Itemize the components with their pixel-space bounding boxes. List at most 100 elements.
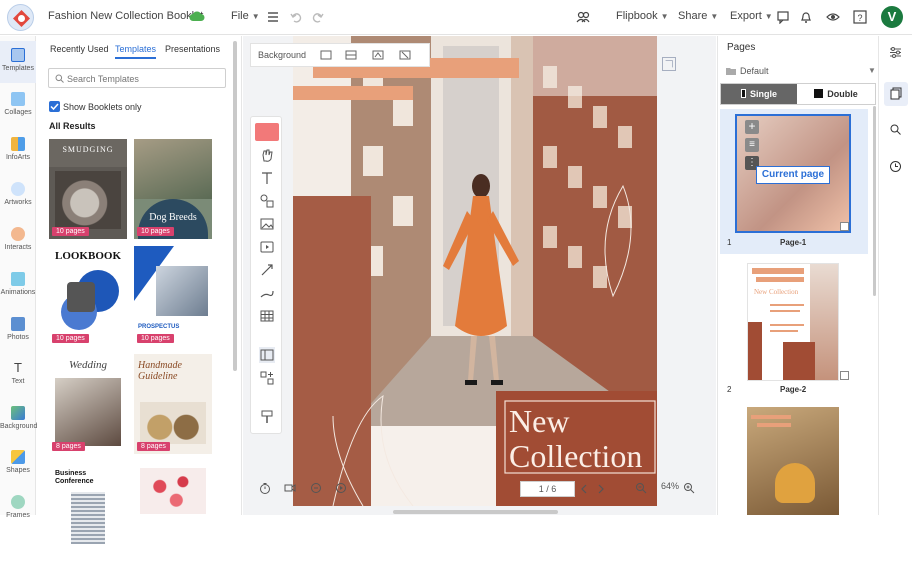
nav-templates[interactable]: Templates <box>0 41 36 83</box>
show-booklets-label[interactable]: Show Booklets only <box>63 102 142 112</box>
chevron-down-icon[interactable]: ▼ <box>868 66 876 75</box>
zoom-in-icon[interactable] <box>683 482 695 494</box>
template-card-dessert[interactable] <box>134 462 212 562</box>
thumb2-text-line <box>770 324 804 326</box>
double-view-button[interactable]: Double <box>798 84 874 104</box>
checkmark-icon <box>50 103 59 111</box>
nav-collages[interactable]: Collages <box>0 85 36 127</box>
document-title[interactable]: Fashion New Collection Booklet <box>48 10 203 22</box>
nav-animations[interactable]: Animations <box>0 265 36 307</box>
pages-scrollbar[interactable] <box>873 106 876 296</box>
page-indicator[interactable]: 1 / 6 <box>520 481 575 497</box>
share-menu[interactable]: Share ▼ <box>678 10 718 22</box>
search-input[interactable] <box>67 72 217 85</box>
nav-artworks[interactable]: Artworks <box>0 175 36 217</box>
next-page-icon[interactable] <box>596 483 606 495</box>
layout-panel-icon[interactable] <box>259 347 275 363</box>
text-tool-icon[interactable] <box>259 170 275 186</box>
page-2-checkbox[interactable] <box>840 371 849 380</box>
comment-icon[interactable] <box>776 10 790 24</box>
background-label[interactable]: Background <box>258 50 306 60</box>
line-arrow-icon[interactable] <box>259 262 275 278</box>
nav-interacts[interactable]: Interacts <box>0 220 36 262</box>
user-avatar[interactable]: V <box>881 6 903 28</box>
add-page-icon[interactable]: + <box>745 120 759 134</box>
format-painter-icon[interactable] <box>259 409 275 425</box>
menu-icon[interactable] <box>266 10 280 24</box>
pages-panel: Pages Default ▼ Single Double + ≡ ⋮ Curr… <box>717 36 877 515</box>
pen-draw-icon[interactable] <box>259 285 275 301</box>
cover-headline-line1[interactable]: New <box>509 404 569 438</box>
app-logo[interactable] <box>7 4 34 31</box>
nav-infoarts[interactable]: InfoArts <box>0 130 36 172</box>
page-2-thumbnail[interactable]: New Collection <box>747 263 839 381</box>
page-corner-icon[interactable] <box>662 57 676 71</box>
tab-recently-used[interactable]: Recently Used <box>50 44 109 54</box>
pages-toggle-button[interactable] <box>884 82 908 106</box>
prev-page-icon[interactable] <box>579 483 589 495</box>
tab-presentations[interactable]: Presentations <box>165 44 220 54</box>
cover-headline-line2[interactable]: Collection <box>509 439 642 473</box>
zoom-out-icon[interactable] <box>635 482 647 494</box>
booklet-page[interactable]: New Collection <box>293 36 657 506</box>
video-tool-icon[interactable] <box>259 239 275 255</box>
page-2-name[interactable]: Page-2 <box>780 385 806 394</box>
record-video-icon[interactable] <box>284 482 296 494</box>
nav-frames[interactable]: Frames <box>0 488 36 530</box>
timer-icon[interactable] <box>259 482 271 494</box>
page-1-thumbnail[interactable]: + ≡ ⋮ Current page <box>735 114 851 233</box>
search-icon[interactable] <box>889 123 902 136</box>
color-swatch[interactable] <box>255 123 279 141</box>
single-view-button[interactable]: Single <box>721 84 797 104</box>
flipbook-menu[interactable]: Flipbook ▼ <box>616 10 669 22</box>
play-preview-icon[interactable] <box>335 482 347 494</box>
template-card-handmade[interactable]: Handmade Guideline 8 pages <box>134 354 212 454</box>
redo-icon[interactable] <box>311 10 325 24</box>
page-1-name[interactable]: Page-1 <box>780 238 806 247</box>
bg-reset-icon[interactable] <box>399 49 411 61</box>
shape-tool-icon[interactable] <box>259 193 275 209</box>
bg-image-icon[interactable] <box>320 49 332 61</box>
canvas-horizontal-scrollbar[interactable] <box>393 510 558 514</box>
copy-page-icon[interactable]: ≡ <box>745 138 759 152</box>
file-menu[interactable]: File ▼ <box>231 10 260 22</box>
undo-icon[interactable] <box>289 10 303 24</box>
notification-bell-icon[interactable] <box>799 10 813 24</box>
show-booklets-checkbox[interactable] <box>49 101 60 112</box>
template-card-smudging[interactable]: SMUDGING 10 pages <box>49 139 127 239</box>
template-search[interactable] <box>48 68 226 88</box>
nav-text[interactable]: T Text <box>0 354 36 396</box>
page-checkbox[interactable] <box>840 222 849 231</box>
template-card-wedding[interactable]: Wedding 8 pages <box>49 354 127 454</box>
image-tool-icon[interactable] <box>259 216 275 232</box>
pages-panel-title: Pages <box>727 42 756 53</box>
template-card-lookbook[interactable]: LOOKBOOK 10 pages <box>49 246 127 346</box>
bg-color-icon[interactable] <box>345 49 357 61</box>
template-scrollbar[interactable] <box>233 41 237 371</box>
section-default-row[interactable]: Default ▼ <box>723 64 876 80</box>
export-menu[interactable]: Export ▼ <box>730 10 773 22</box>
bg-fill-icon[interactable] <box>372 49 384 61</box>
collaborators-icon[interactable] <box>576 10 590 24</box>
page-3-thumbnail[interactable] <box>747 407 839 515</box>
template-photo <box>55 378 121 446</box>
settings-sliders-icon[interactable] <box>889 46 902 59</box>
add-element-icon[interactable] <box>259 370 275 386</box>
tab-templates[interactable]: Templates <box>115 44 157 59</box>
nav-background[interactable]: Background <box>0 399 37 441</box>
right-toolbar <box>878 36 912 515</box>
nav-shapes[interactable]: Shapes <box>0 443 36 485</box>
thumb2-rust-block <box>748 322 762 380</box>
template-title: Handmade Guideline <box>138 360 182 382</box>
zoom-fit-icon[interactable] <box>310 482 322 494</box>
nav-photos[interactable]: Photos <box>0 310 36 352</box>
hand-pan-icon[interactable] <box>259 147 275 163</box>
history-icon[interactable] <box>889 160 902 173</box>
help-icon[interactable]: ? <box>853 10 867 24</box>
table-tool-icon[interactable] <box>259 308 275 324</box>
template-card-prospectus[interactable]: PROSPECTUS 10 pages <box>134 246 212 346</box>
preview-eye-icon[interactable] <box>826 10 840 24</box>
template-card-business-conference[interactable]: Business Conference <box>49 462 127 562</box>
pages-badge: 8 pages <box>52 442 85 451</box>
template-card-dog-breeds[interactable]: Dog Breeds 10 pages <box>134 139 212 239</box>
